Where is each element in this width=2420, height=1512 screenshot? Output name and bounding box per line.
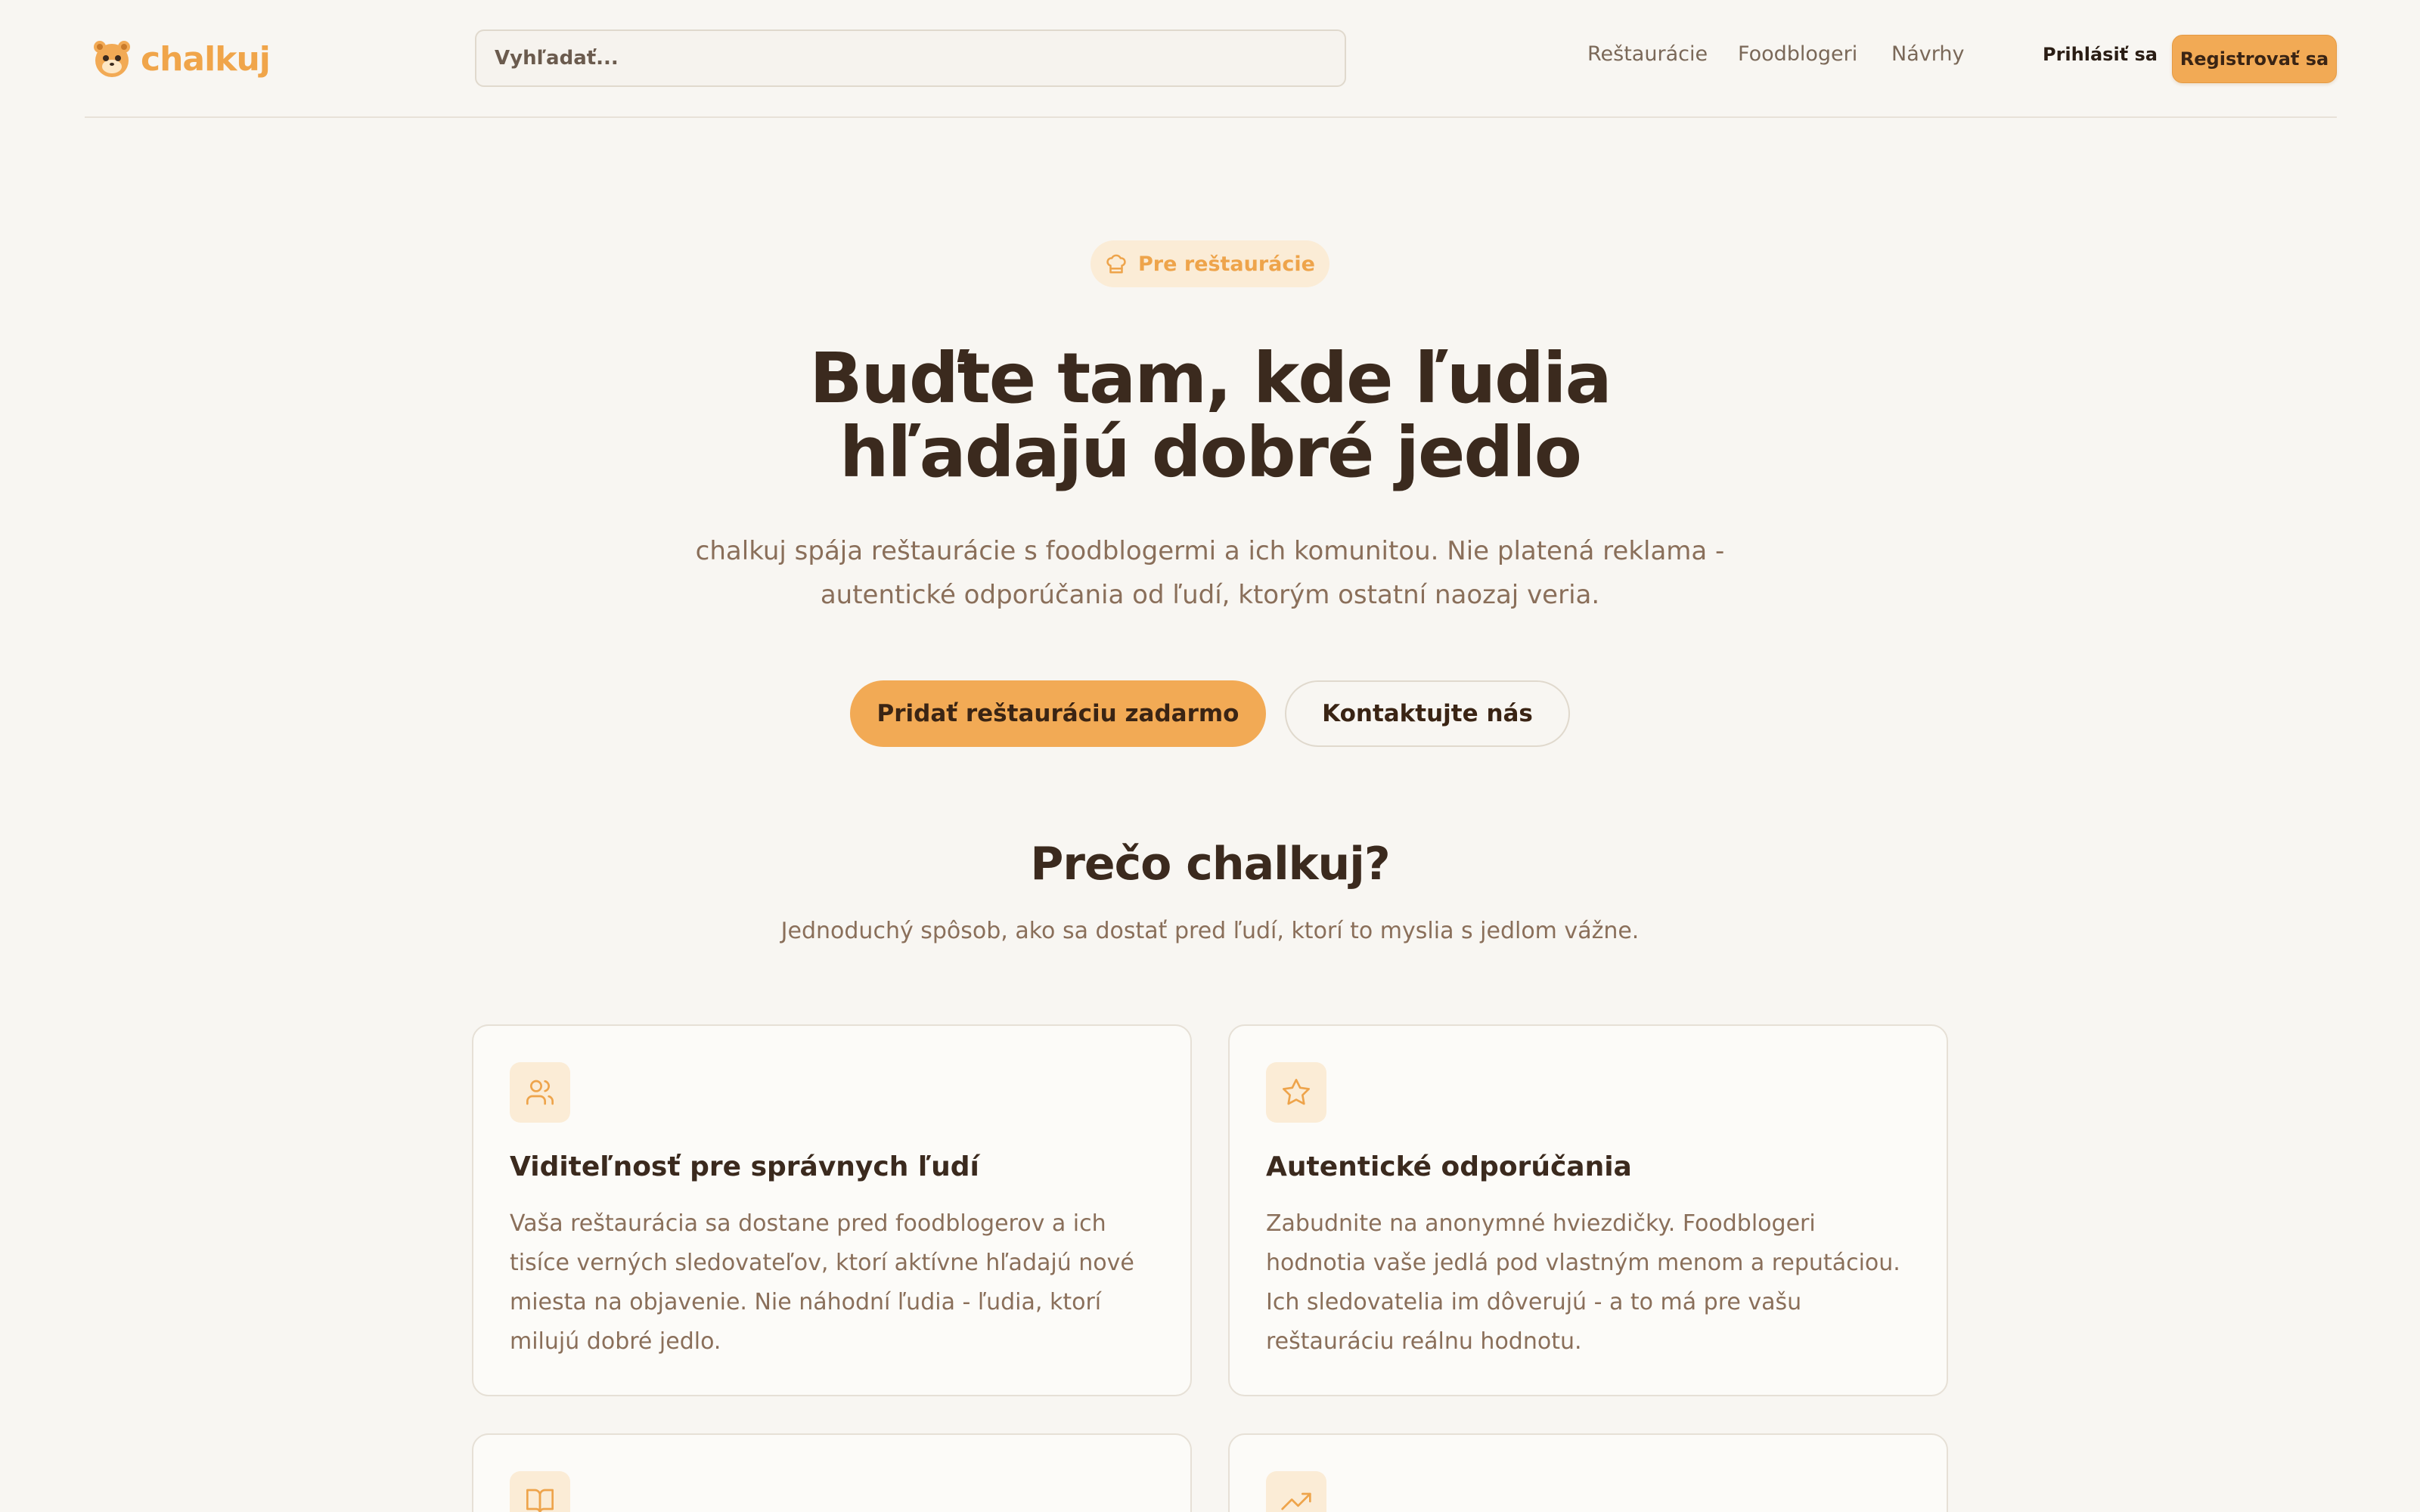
feature-card-visibility: Viditeľnosť pre správnych ľudí Vaša rešt… — [472, 1024, 1192, 1396]
feature-card-3 — [472, 1433, 1192, 1512]
feature-description: Zabudnite na anonymné hviezdičky. Foodbl… — [1266, 1210, 1900, 1355]
site-header: chalkuj Reštaurácie Foodblogeri Návrhy P… — [85, 0, 2337, 118]
feature-icon-wrapper — [510, 1471, 570, 1512]
users-icon — [526, 1080, 554, 1105]
feature-card-4 — [1228, 1433, 1948, 1512]
badge-label: Pre reštaurácie — [1138, 252, 1315, 276]
feature-icon-wrapper — [1266, 1062, 1326, 1123]
nav-link-foodbloggers[interactable]: Foodblogeri — [1738, 42, 1857, 66]
register-button[interactable]: Registrovať sa — [2172, 35, 2337, 83]
star-icon — [1283, 1079, 1310, 1105]
hero-title: Buďte tam, kde ľudia hľadajú dobré jedlo — [529, 342, 1891, 490]
chef-hat-icon — [1106, 254, 1126, 274]
feature-icon-wrapper — [1266, 1471, 1326, 1512]
search-input[interactable] — [495, 47, 1345, 70]
feature-title: Viditeľnosť pre správnych ľudí — [510, 1151, 979, 1182]
feature-icon-wrapper — [510, 1062, 570, 1123]
search-box[interactable] — [475, 29, 1346, 87]
hero-subtitle-line-2: autentické odporúčania od ľudí, ktorým o… — [820, 580, 1600, 610]
logo-text: chalkuj — [141, 39, 271, 79]
feature-title: Autentické odporúčania — [1266, 1151, 1632, 1182]
hero-subtitle-line-1: chalkuj spája reštaurácie s foodblogermi… — [695, 536, 1725, 566]
hero-title-line-2: hľadajú dobré jedlo — [839, 412, 1582, 493]
why-section-subtitle: Jednoduchý spôsob, ako sa dostať pred ľu… — [780, 918, 1640, 944]
trending-up-icon — [1281, 1492, 1311, 1510]
why-section-title: Prečo chalkuj? — [1030, 838, 1390, 891]
nav-link-restaurants[interactable]: Reštaurácie — [1587, 42, 1708, 66]
mascot-logo-icon — [94, 41, 130, 77]
hero-title-line-1: Buďte tam, kde ľudia — [809, 338, 1612, 419]
nav-link-suggestions[interactable]: Návrhy — [1891, 42, 1964, 66]
feature-description: Vaša reštaurácia sa dostane pred foodblo… — [510, 1210, 1134, 1355]
feature-card-authentic: Autentické odporúčania Zabudnite na anon… — [1228, 1024, 1948, 1396]
restaurants-badge: Pre reštaurácie — [1091, 240, 1329, 287]
login-button[interactable]: Prihlásiť sa — [2043, 44, 2158, 65]
book-icon — [526, 1489, 554, 1512]
logo[interactable]: chalkuj — [91, 36, 271, 82]
contact-us-button[interactable]: Kontaktujte nás — [1285, 680, 1570, 747]
hero-subtitle: chalkuj spája reštaurácie s foodblogermi… — [681, 529, 1739, 617]
add-restaurant-button[interactable]: Pridať reštauráciu zadarmo — [850, 680, 1266, 747]
